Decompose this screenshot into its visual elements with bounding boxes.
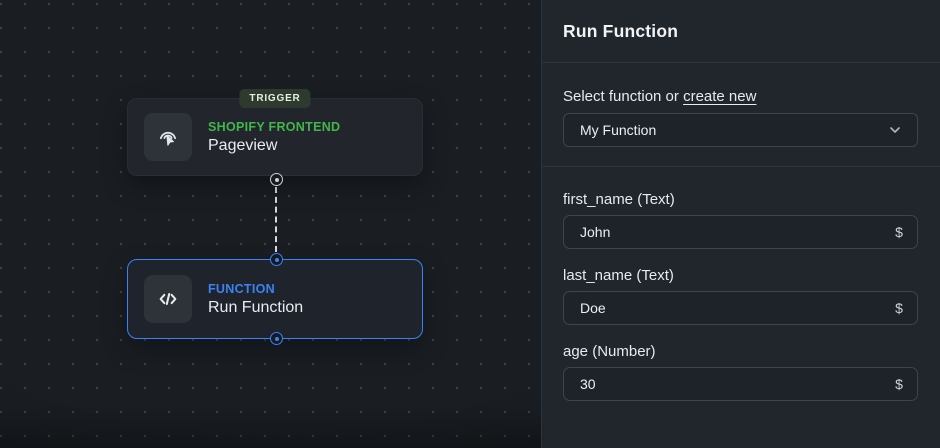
trigger-type-label: SHOPIFY FRONTEND (208, 119, 341, 134)
config-panel: Run Function Select function or create n… (541, 0, 940, 448)
function-node[interactable]: FUNCTION Run Function (127, 259, 423, 339)
trigger-icon-box (144, 113, 192, 161)
panel-header: Run Function (542, 0, 940, 63)
field-first-name-variable-button[interactable]: $ (885, 218, 913, 246)
select-function-label: Select function or create new (563, 88, 918, 105)
workflow-canvas[interactable]: TRIGGER SHOPIFY FRONTEND Pageview FUNCTI… (0, 0, 541, 448)
field-first-name: first_name (Text) $ (563, 191, 918, 249)
function-icon-box (144, 275, 192, 323)
field-last-name-variable-button[interactable]: $ (885, 294, 913, 322)
field-age-input-wrap: $ (563, 367, 918, 401)
select-function-label-text: Select function or (563, 88, 679, 105)
field-first-name-input-wrap: $ (563, 215, 918, 249)
trigger-output-handle[interactable] (270, 173, 283, 186)
function-input-handle[interactable] (270, 253, 283, 266)
function-select-dropdown[interactable]: My Function (563, 113, 918, 147)
function-type-label: FUNCTION (208, 281, 275, 296)
field-last-name-input-wrap: $ (563, 291, 918, 325)
create-new-link[interactable]: create new (683, 88, 756, 105)
trigger-title: Pageview (208, 136, 278, 154)
field-age-variable-button[interactable]: $ (885, 370, 913, 398)
code-icon (155, 286, 181, 312)
function-fields-section: first_name (Text) $ last_name (Text) $ a… (542, 167, 940, 419)
field-last-name-input[interactable] (564, 292, 885, 324)
field-age-label: age (Number) (563, 343, 656, 360)
field-last-name-label: last_name (Text) (563, 267, 674, 284)
cursor-click-icon (155, 124, 181, 150)
trigger-badge: TRIGGER (239, 89, 311, 108)
field-age-input[interactable] (564, 368, 885, 400)
trigger-node[interactable]: TRIGGER SHOPIFY FRONTEND Pageview (127, 89, 423, 176)
chevron-down-icon (887, 122, 903, 138)
panel-title: Run Function (563, 20, 679, 41)
function-select-section: Select function or create new My Functio… (542, 63, 940, 167)
field-first-name-input[interactable] (564, 216, 885, 248)
field-first-name-label: first_name (Text) (563, 191, 675, 208)
field-age: age (Number) $ (563, 343, 918, 401)
function-title: Run Function (208, 298, 304, 316)
function-select-value: My Function (580, 122, 657, 138)
field-last-name: last_name (Text) $ (563, 267, 918, 325)
edge-connector (275, 187, 277, 252)
function-output-handle[interactable] (270, 332, 283, 345)
